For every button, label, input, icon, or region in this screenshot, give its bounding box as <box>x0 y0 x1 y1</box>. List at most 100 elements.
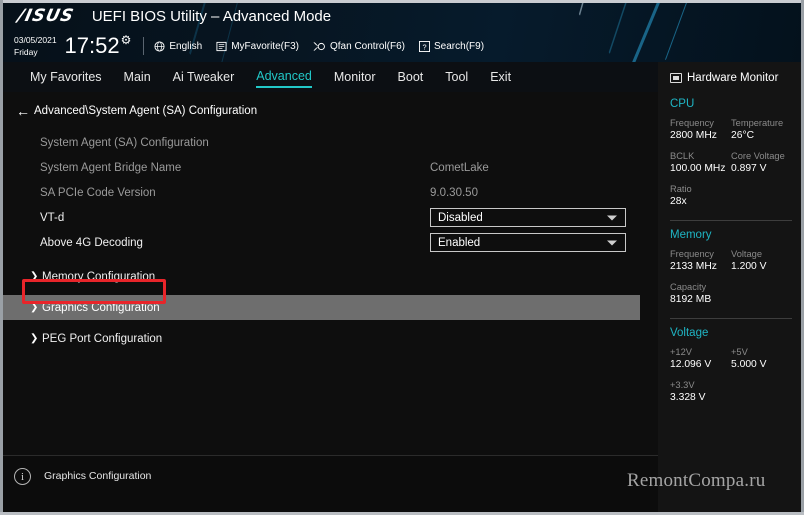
metric-value: 5.000 V <box>731 358 792 372</box>
tab-advanced[interactable]: Advanced <box>256 67 312 88</box>
voltage-5v: +5V 5.000 V <box>731 346 792 372</box>
metric-value: 12.096 V <box>670 358 731 372</box>
row-label: VT-d <box>40 212 64 224</box>
search-button[interactable]: ? Search(F9) <box>419 41 484 52</box>
metric-value: 1.200 V <box>731 260 792 274</box>
row-label: Above 4G Decoding <box>40 237 143 249</box>
voltage-3-3v: +3.3V 3.328 V <box>670 379 731 405</box>
cpu-frequency: Frequency 2800 MHz <box>670 117 731 143</box>
page-title: UEFI BIOS Utility – Advanced Mode <box>92 8 331 25</box>
gear-icon[interactable]: ⚙ <box>121 33 132 47</box>
back-arrow-icon[interactable]: ← <box>16 103 34 119</box>
voltage-row-2: +3.3V 3.328 V <box>670 379 792 405</box>
memory-frequency: Frequency 2133 MHz <box>670 248 731 274</box>
tab-my-favorites[interactable]: My Favorites <box>30 68 102 87</box>
section-divider <box>670 220 792 221</box>
metric-value: 26°C <box>731 129 792 143</box>
language-button[interactable]: English <box>154 41 202 52</box>
cpu-row-1: Frequency 2800 MHz Temperature 26°C <box>670 117 792 143</box>
qfan-control-button[interactable]: Qfan Control(F6) <box>313 41 405 52</box>
metric-label: +5V <box>731 346 792 358</box>
tab-monitor[interactable]: Monitor <box>334 68 376 87</box>
tab-tool[interactable]: Tool <box>445 68 468 87</box>
above-4g-decoding-value: Enabled <box>431 237 480 249</box>
chevron-down-icon <box>607 215 617 220</box>
row-sa-pcie-code-version: SA PCIe Code Version 9.0.30.50 <box>0 180 658 205</box>
row-label: System Agent Bridge Name <box>40 162 181 174</box>
day-text: Friday <box>14 47 57 57</box>
header-divider <box>143 37 144 55</box>
section-title-memory: Memory <box>670 229 792 241</box>
qfan-icon <box>313 41 326 52</box>
memory-row-1: Frequency 2133 MHz Voltage 1.200 V <box>670 248 792 274</box>
metric-label: Core Voltage <box>731 150 792 162</box>
hardware-monitor-title: Hardware Monitor <box>687 72 778 84</box>
asus-logo: /ISUS <box>16 6 76 26</box>
header-bar: /ISUS UEFI BIOS Utility – Advanced Mode … <box>0 0 804 62</box>
above-4g-decoding-dropdown[interactable]: Enabled <box>430 233 626 252</box>
status-text: Graphics Configuration <box>44 470 151 482</box>
vt-d-dropdown[interactable]: Disabled <box>430 208 626 227</box>
tab-main[interactable]: Main <box>124 68 151 87</box>
voltage-12v: +12V 12.096 V <box>670 346 731 372</box>
row-above-4g-decoding[interactable]: Above 4G Decoding Enabled <box>0 230 658 255</box>
chevron-right-icon: ❯ <box>30 333 42 344</box>
row-label: SA PCIe Code Version <box>40 187 156 199</box>
metric-value: 8192 MB <box>670 293 731 307</box>
section-divider <box>670 318 792 319</box>
row-graphics-configuration[interactable]: ❯ Graphics Configuration <box>0 295 640 320</box>
title-row: /ISUS UEFI BIOS Utility – Advanced Mode <box>18 6 331 26</box>
date-block: 03/05/2021 Friday <box>14 35 57 57</box>
qfan-control-label: Qfan Control(F6) <box>330 41 405 52</box>
date-text: 03/05/2021 <box>14 35 57 45</box>
monitor-icon <box>670 73 682 83</box>
settings-list: System Agent (SA) Configuration System A… <box>0 130 658 351</box>
search-label: Search(F9) <box>434 41 484 52</box>
metric-label: +3.3V <box>670 379 731 391</box>
header-info-row: 03/05/2021 Friday 17:52 ⚙ English MyFavo… <box>14 32 498 60</box>
tab-ai-tweaker[interactable]: Ai Tweaker <box>173 68 235 87</box>
metric-value: 28x <box>670 195 731 209</box>
row-peg-port-configuration[interactable]: ❯ PEG Port Configuration <box>0 326 658 351</box>
window-edge-left <box>0 0 3 515</box>
section-title-voltage: Voltage <box>670 327 792 339</box>
cpu-bclk: BCLK 100.00 MHz <box>670 150 731 176</box>
bios-screen: /ISUS UEFI BIOS Utility – Advanced Mode … <box>0 0 804 515</box>
row-system-agent-configuration: System Agent (SA) Configuration <box>0 130 658 155</box>
voltage-row-1: +12V 12.096 V +5V 5.000 V <box>670 346 792 372</box>
row-label: System Agent (SA) Configuration <box>40 137 209 149</box>
metric-label: Frequency <box>670 117 731 129</box>
metric-value: 100.00 MHz <box>670 162 731 176</box>
info-icon: i <box>14 468 31 485</box>
row-vt-d[interactable]: VT-d Disabled <box>0 205 658 230</box>
svg-text:?: ? <box>422 42 426 51</box>
tab-boot[interactable]: Boot <box>398 68 424 87</box>
cpu-row-3: Ratio 28x <box>670 183 792 209</box>
row-label: PEG Port Configuration <box>42 333 162 345</box>
memory-voltage: Voltage 1.200 V <box>731 248 792 274</box>
list-gap <box>0 255 658 264</box>
metric-value: 2133 MHz <box>670 260 731 274</box>
chevron-down-icon <box>607 240 617 245</box>
metric-label: Temperature <box>731 117 792 129</box>
metric-value: 0.897 V <box>731 162 792 176</box>
window-edge-top <box>0 0 804 3</box>
metric-label: Ratio <box>670 183 731 195</box>
metric-label: BCLK <box>670 150 731 162</box>
myfavorite-button[interactable]: MyFavorite(F3) <box>216 41 299 52</box>
row-memory-configuration[interactable]: ❯ Memory Configuration <box>0 264 658 289</box>
chevron-right-icon: ❯ <box>30 271 42 282</box>
header-texture-streaks <box>560 0 804 62</box>
tab-exit[interactable]: Exit <box>490 68 511 87</box>
language-label: English <box>169 41 202 52</box>
myfavorite-icon <box>216 41 227 52</box>
question-icon: ? <box>419 41 430 52</box>
hardware-monitor-panel: Hardware Monitor CPU Frequency 2800 MHz … <box>658 62 804 515</box>
clock-text: 17:52 <box>65 35 120 57</box>
row-system-agent-bridge-name: System Agent Bridge Name CometLake <box>0 155 658 180</box>
vt-d-value: Disabled <box>431 212 483 224</box>
row-label: Graphics Configuration <box>42 302 160 314</box>
myfavorite-label: MyFavorite(F3) <box>231 41 299 52</box>
memory-capacity: Capacity 8192 MB <box>670 281 731 307</box>
row-label: Memory Configuration <box>42 271 155 283</box>
